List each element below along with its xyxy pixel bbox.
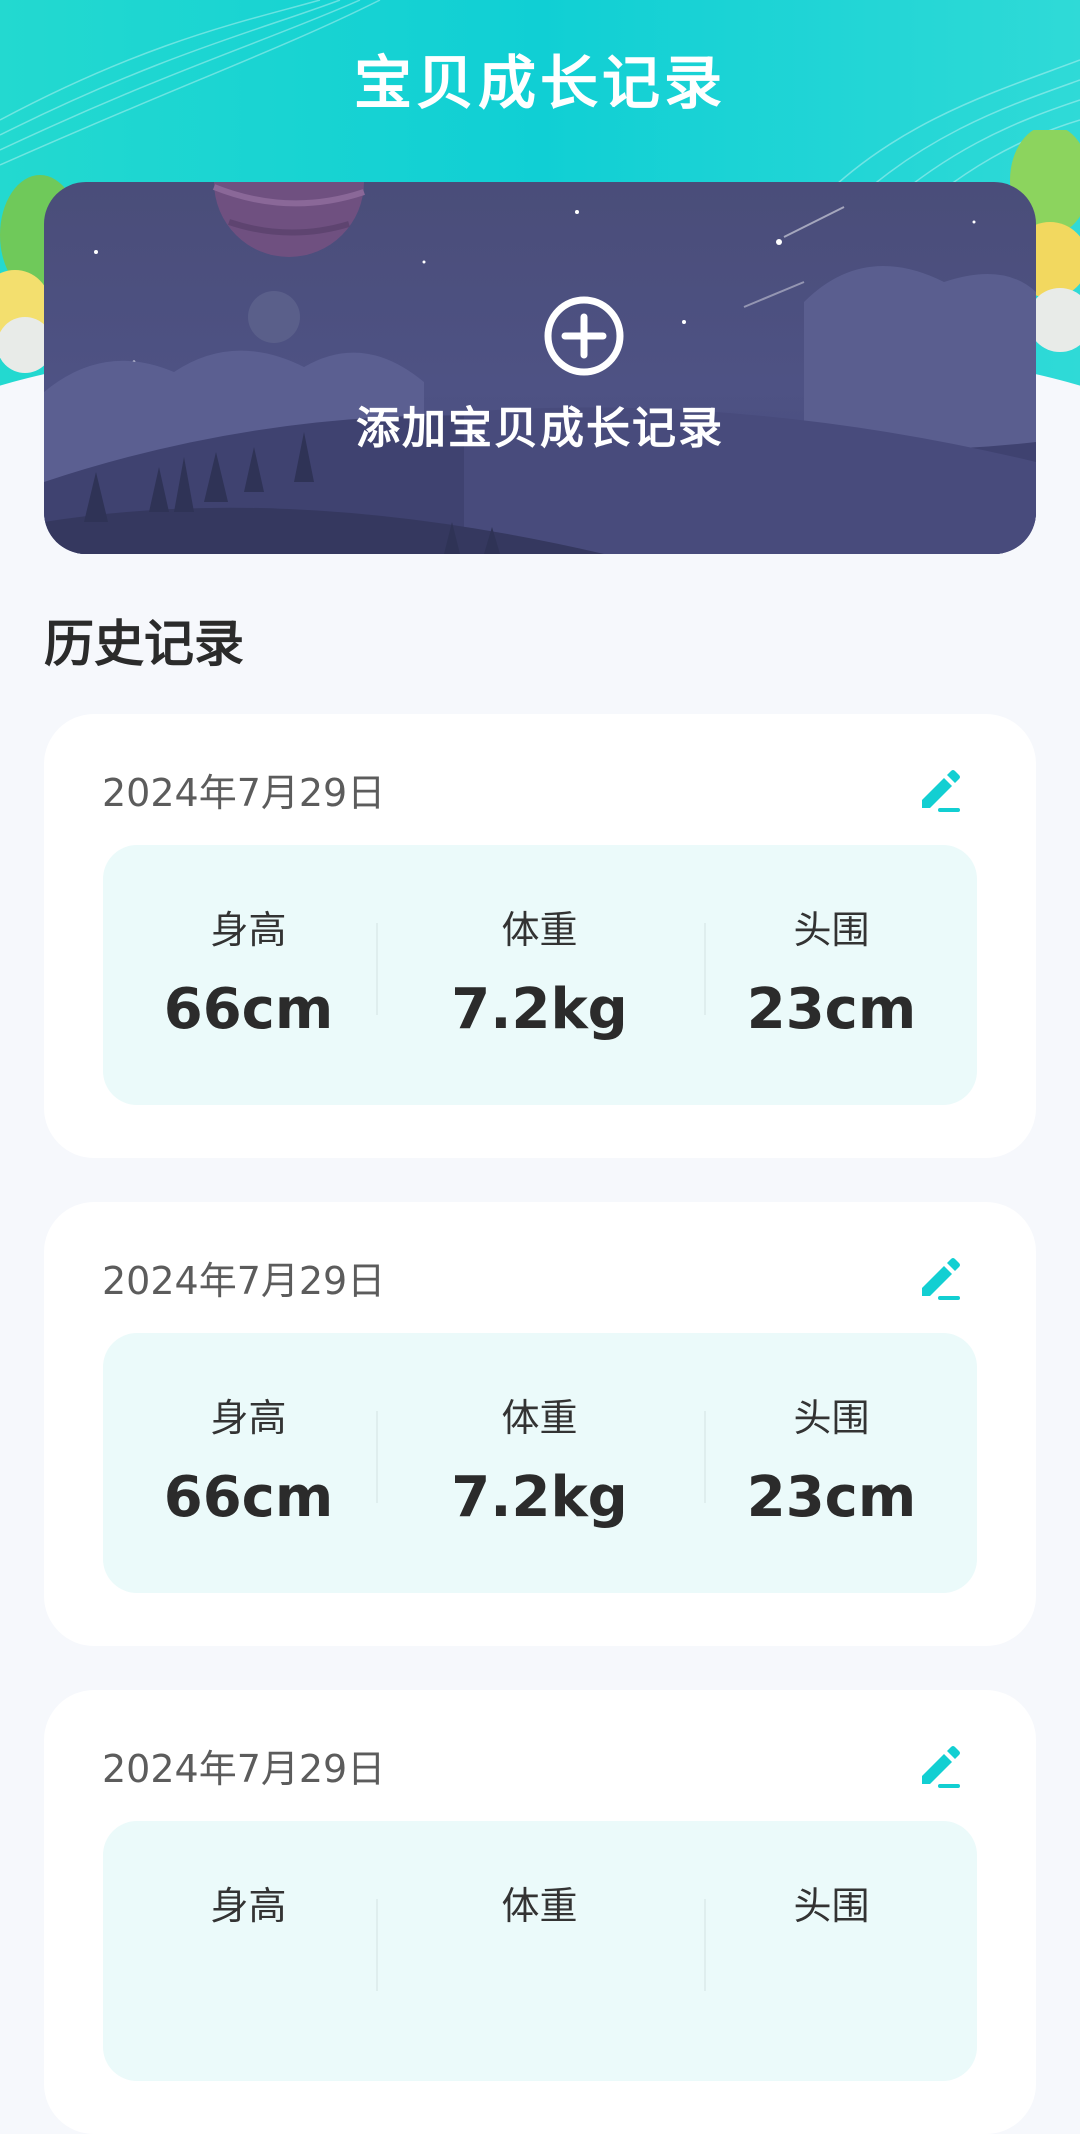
head-label: 头围 (793, 1884, 870, 1928)
record-card: 2024年7月29日 身高 体重 头围 (44, 1690, 1036, 2134)
plus-circle-icon[interactable] (543, 295, 625, 377)
weight-stat: 体重 (394, 1821, 685, 2081)
weight-value: 7.2kg (451, 977, 628, 1042)
height-stat: 身高 66cm (103, 1333, 394, 1593)
record-card: 2024年7月29日 身高 66cm 体重 7.2kg 头围 23cm (44, 714, 1036, 1158)
record-date: 2024年7月29日 (102, 1747, 386, 1791)
head-value: 23cm (746, 1465, 917, 1530)
stats-panel: 身高 66cm 体重 7.2kg 头围 23cm (103, 1333, 977, 1593)
divider (376, 923, 378, 1015)
weight-stat: 体重 7.2kg (394, 845, 685, 1105)
record-card: 2024年7月29日 身高 66cm 体重 7.2kg 头围 23cm (44, 1202, 1036, 1646)
height-label: 身高 (210, 908, 287, 952)
height-label: 身高 (210, 1884, 287, 1928)
weight-label: 体重 (501, 908, 578, 952)
weight-stat: 体重 7.2kg (394, 1333, 685, 1593)
head-stat: 头围 23cm (686, 845, 977, 1105)
divider (376, 1899, 378, 1991)
page-title: 宝贝成长记录 (353, 49, 726, 117)
weight-label: 体重 (501, 1396, 578, 1440)
add-record-label: 添加宝贝成长记录 (356, 403, 724, 454)
height-stat: 身高 66cm (103, 845, 394, 1105)
head-label: 头围 (793, 908, 870, 952)
history-title: 历史记录 (44, 615, 244, 673)
record-date: 2024年7月29日 (102, 771, 386, 815)
head-value: 23cm (746, 977, 917, 1042)
edit-icon[interactable] (916, 1742, 962, 1788)
height-value: 66cm (163, 1465, 334, 1530)
edit-icon[interactable] (916, 766, 962, 812)
stats-panel: 身高 66cm 体重 7.2kg 头围 23cm (103, 845, 977, 1105)
head-label: 头围 (793, 1396, 870, 1440)
add-record-banner[interactable]: 添加宝贝成长记录 (44, 182, 1036, 554)
height-label: 身高 (210, 1396, 287, 1440)
height-value: 66cm (163, 977, 334, 1042)
divider (376, 1411, 378, 1503)
record-date: 2024年7月29日 (102, 1259, 386, 1303)
head-stat: 头围 (686, 1821, 977, 2081)
height-stat: 身高 (103, 1821, 394, 2081)
weight-value: 7.2kg (451, 1465, 628, 1530)
stats-panel: 身高 体重 头围 (103, 1821, 977, 2081)
weight-label: 体重 (501, 1884, 578, 1928)
edit-icon[interactable] (916, 1254, 962, 1300)
head-stat: 头围 23cm (686, 1333, 977, 1593)
night-scene-illustration (44, 182, 1036, 554)
